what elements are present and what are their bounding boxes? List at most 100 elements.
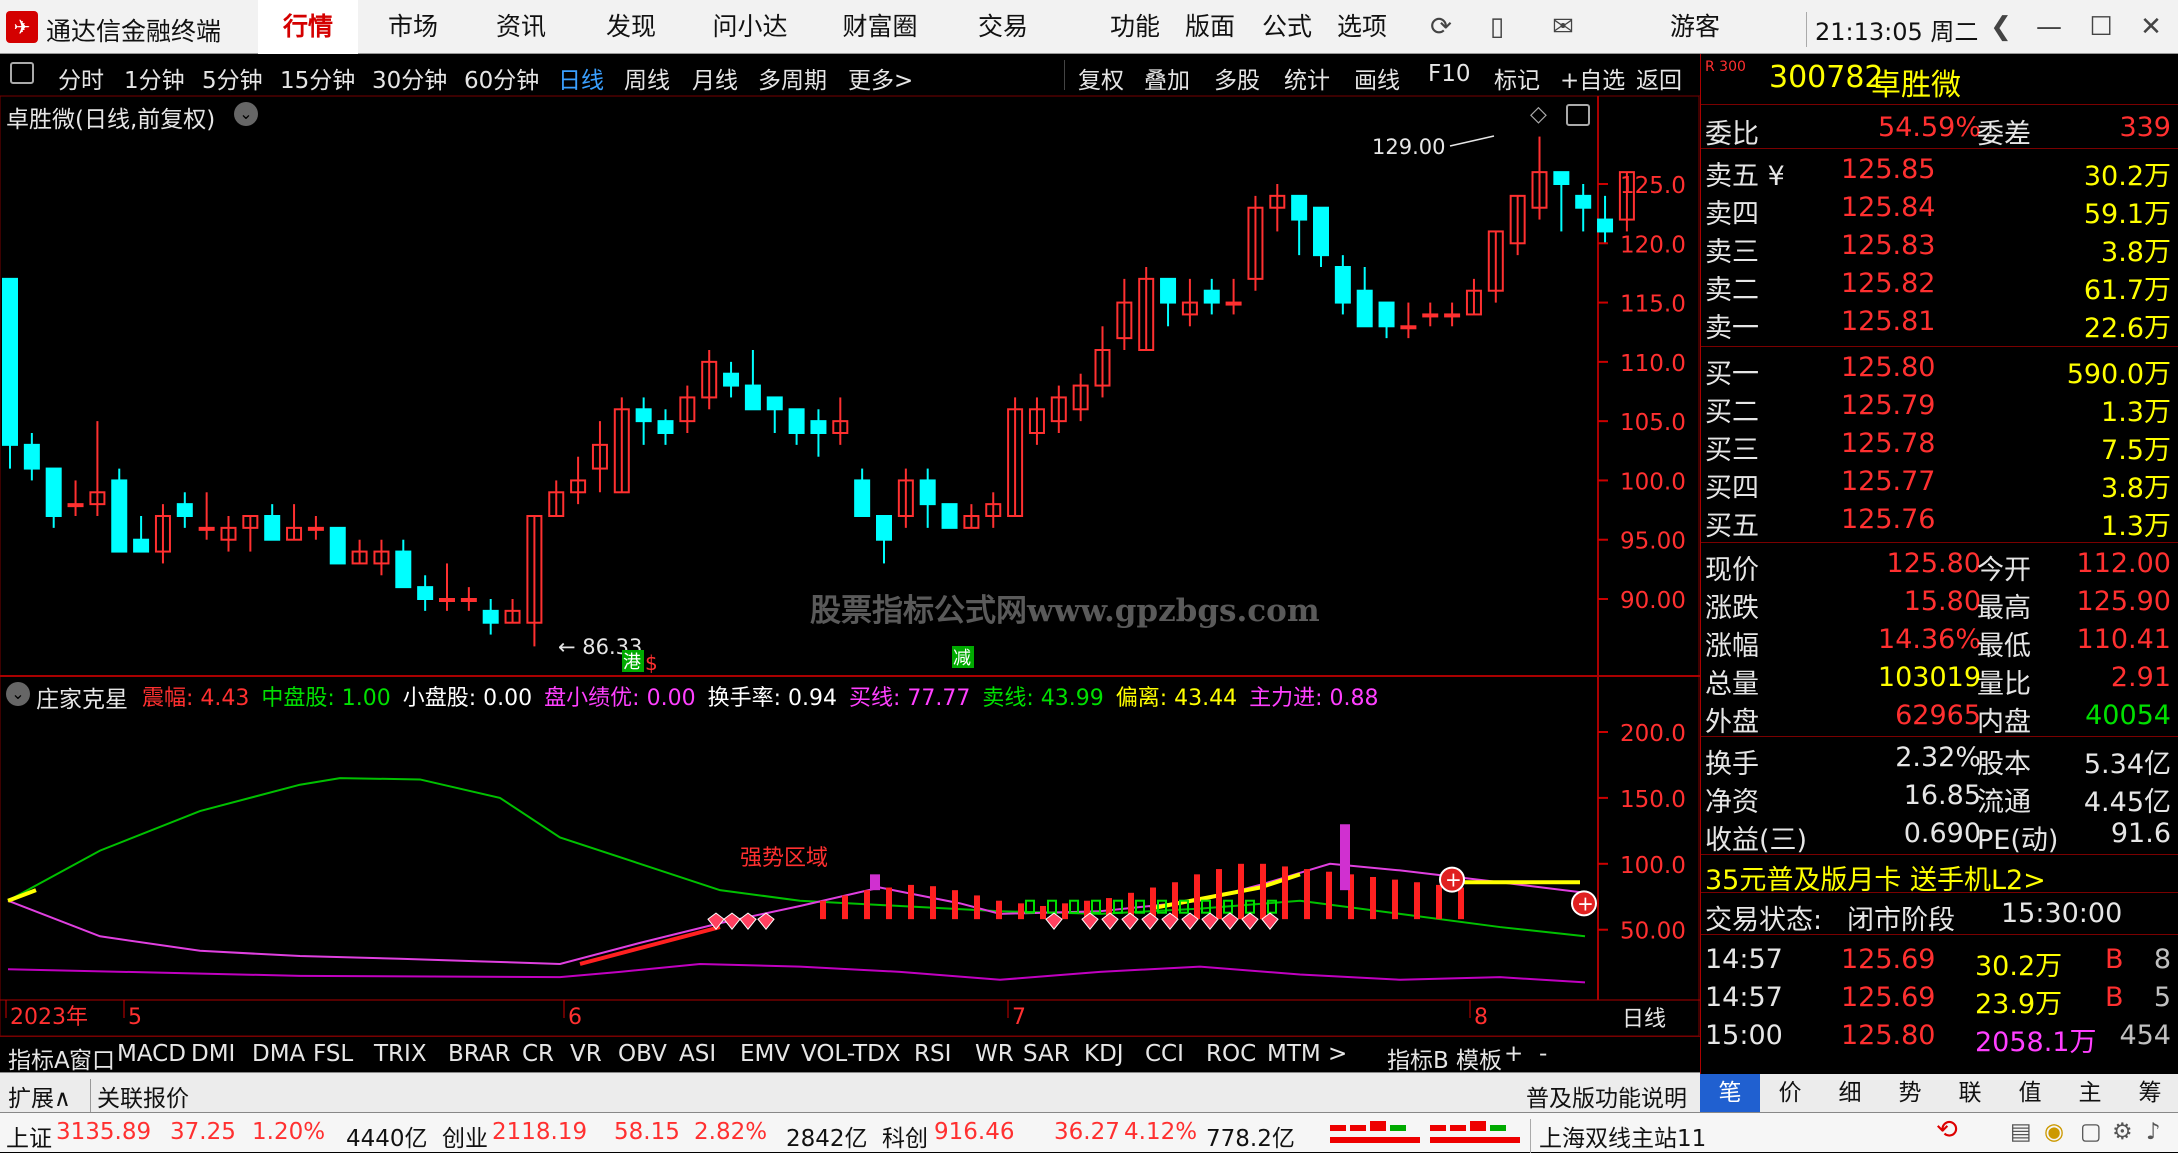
- quote-tab[interactable]: 筹: [2120, 1073, 2178, 1113]
- sound-icon[interactable]: ♪: [2146, 1119, 2161, 1145]
- menu-hangqing[interactable]: 行情: [258, 0, 358, 54]
- ext-toggle[interactable]: 扩展∧: [8, 1079, 71, 1113]
- period-day[interactable]: 日线: [558, 61, 604, 95]
- quote-tab[interactable]: 细: [1820, 1073, 1880, 1113]
- menu-gongneng[interactable]: 功能: [1105, 0, 1165, 54]
- indicator-tab[interactable]: EMV: [740, 1041, 790, 1067]
- indicator-tab[interactable]: CCI: [1145, 1041, 1184, 1067]
- btn-fuquan[interactable]: 复权: [1078, 61, 1124, 95]
- layout-icon[interactable]: ▤: [2010, 1119, 2032, 1145]
- maximize-icon[interactable]: ☐: [2084, 10, 2118, 44]
- btn-tongji[interactable]: 统计: [1284, 61, 1330, 95]
- index-kc-name[interactable]: 科创: [882, 1119, 928, 1153]
- window-icon[interactable]: ▢: [2080, 1119, 2102, 1145]
- index-cy-name[interactable]: 创业: [442, 1119, 488, 1153]
- indicator-tab[interactable]: FSL: [313, 1041, 353, 1067]
- help-link[interactable]: 普及版功能说明: [1526, 1079, 1687, 1113]
- sidebar-toggle-icon[interactable]: [1566, 104, 1590, 126]
- btn-huaxian[interactable]: 画线: [1354, 61, 1400, 95]
- btn-biaoji[interactable]: 标记: [1494, 61, 1540, 95]
- indicator-tab[interactable]: VR: [570, 1041, 602, 1067]
- quote-tab[interactable]: 联: [1940, 1073, 2000, 1113]
- ask-volume: 30.2万: [2083, 161, 2171, 192]
- indicator-tab[interactable]: RSI: [914, 1041, 951, 1067]
- period-60min[interactable]: 60分钟: [464, 61, 539, 95]
- panel-toggle-icon[interactable]: [10, 62, 34, 84]
- indicator-tab[interactable]: DMA: [252, 1041, 305, 1067]
- indicator-tab[interactable]: MTM: [1267, 1041, 1321, 1067]
- menu-faxian[interactable]: 发现: [588, 0, 674, 54]
- btn-add-watch[interactable]: +自选: [1560, 61, 1625, 95]
- indicator-tab[interactable]: +: [1504, 1041, 1523, 1067]
- chart-title-dropdown-icon[interactable]: ⌄: [234, 102, 258, 126]
- indicator-tab[interactable]: SAR: [1023, 1041, 1070, 1067]
- period-week[interactable]: 周线: [624, 61, 670, 95]
- period-15min[interactable]: 15分钟: [280, 61, 355, 95]
- btn-f10[interactable]: F10: [1428, 61, 1471, 87]
- tick-side: B: [2105, 944, 2124, 975]
- menu-zixun[interactable]: 资讯: [478, 0, 564, 54]
- indicator-tab[interactable]: 窗口: [69, 1041, 115, 1075]
- coin-icon[interactable]: ◉: [2044, 1119, 2064, 1145]
- candle-body: [657, 420, 674, 434]
- period-more[interactable]: 更多>: [848, 61, 913, 95]
- indicator-tab[interactable]: ROC: [1206, 1041, 1256, 1067]
- menu-shichang[interactable]: 市场: [370, 0, 456, 54]
- menu-caifuquan[interactable]: 财富圈: [830, 0, 930, 54]
- indicator-tab[interactable]: >: [1328, 1041, 1347, 1067]
- menu-xuanxiang[interactable]: 选项: [1332, 0, 1392, 54]
- bid-price: 125.79: [1841, 390, 1936, 421]
- indicator-tab[interactable]: KDJ: [1084, 1041, 1124, 1067]
- quote-tab[interactable]: 势: [1880, 1073, 1940, 1113]
- period-multi[interactable]: 多周期: [758, 61, 827, 95]
- refresh-icon[interactable]: ⟳: [1424, 10, 1458, 44]
- indicator-tab[interactable]: WR: [975, 1041, 1014, 1067]
- indicator-tab[interactable]: TRIX: [374, 1041, 427, 1067]
- minimize-icon[interactable]: —: [2032, 10, 2066, 44]
- related-quotes[interactable]: 关联报价: [90, 1079, 189, 1113]
- quote-row[interactable]: 35元普及版月卡 送手机L2>: [1701, 856, 2178, 896]
- indicator-tab[interactable]: 指标A: [8, 1041, 70, 1075]
- menu-jiaoyi[interactable]: 交易: [960, 0, 1046, 54]
- phone-icon[interactable]: ▯: [1480, 10, 1514, 44]
- quote-tab[interactable]: 主: [2060, 1073, 2120, 1113]
- period-1min[interactable]: 1分钟: [124, 61, 185, 95]
- stat-label: 总量: [1705, 669, 1759, 700]
- index-kc-value: 916.46: [934, 1119, 1015, 1145]
- btn-return[interactable]: 返回: [1636, 61, 1682, 95]
- indicator-dropdown-icon[interactable]: ⌄: [6, 682, 30, 706]
- index-sh-name[interactable]: 上证: [6, 1119, 52, 1153]
- menu-gongshi[interactable]: 公式: [1257, 0, 1317, 54]
- quote-tab[interactable]: 值: [2000, 1073, 2060, 1113]
- indicator-tab[interactable]: ASI: [679, 1041, 716, 1067]
- indicator-tab[interactable]: DMI: [191, 1041, 235, 1067]
- indicator-tab[interactable]: VOL-TDX: [801, 1041, 901, 1067]
- close-icon[interactable]: ✕: [2134, 10, 2168, 44]
- server-name[interactable]: 上海双线主站11: [1530, 1119, 1706, 1153]
- btn-diejia[interactable]: 叠加: [1144, 61, 1190, 95]
- menu-wenxiaoda[interactable]: 问小达: [700, 0, 800, 54]
- period-30min[interactable]: 30分钟: [372, 61, 447, 95]
- indicator-tab[interactable]: BRAR: [448, 1041, 511, 1067]
- btn-duogu[interactable]: 多股: [1214, 61, 1260, 95]
- quote-tab[interactable]: 笔: [1700, 1073, 1760, 1113]
- quote-row: 换手 2.32% 股本 5.34亿: [1701, 740, 2178, 780]
- quote-tab[interactable]: 价: [1760, 1073, 1820, 1113]
- back-arrow-icon[interactable]: ❮: [1984, 10, 2018, 44]
- indicator-tab[interactable]: MACD: [117, 1041, 186, 1067]
- user-label[interactable]: 游客: [1660, 0, 1730, 54]
- connection-icon[interactable]: ⟲: [1936, 1115, 1958, 1145]
- period-month[interactable]: 月线: [692, 61, 738, 95]
- chart-area[interactable]: + + 强势区域 125.0 120.0 115.0 110.0 105.0 100.0 95.…: [0, 96, 1700, 1036]
- indicator-tab[interactable]: -: [1539, 1041, 1547, 1067]
- diamond-icon[interactable]: ◇: [1530, 102, 1547, 127]
- menu-banmian[interactable]: 版面: [1180, 0, 1240, 54]
- mail-icon[interactable]: ✉: [1546, 10, 1580, 44]
- period-5min[interactable]: 5分钟: [202, 61, 263, 95]
- period-fenshi[interactable]: 分时: [58, 61, 104, 95]
- indicator-tab[interactable]: CR: [522, 1041, 554, 1067]
- indicator-tab[interactable]: OBV: [618, 1041, 667, 1067]
- settings-icon[interactable]: ⚙: [2112, 1119, 2133, 1145]
- indicator-tab[interactable]: 模板: [1456, 1041, 1502, 1075]
- indicator-tab[interactable]: 指标B: [1387, 1041, 1449, 1075]
